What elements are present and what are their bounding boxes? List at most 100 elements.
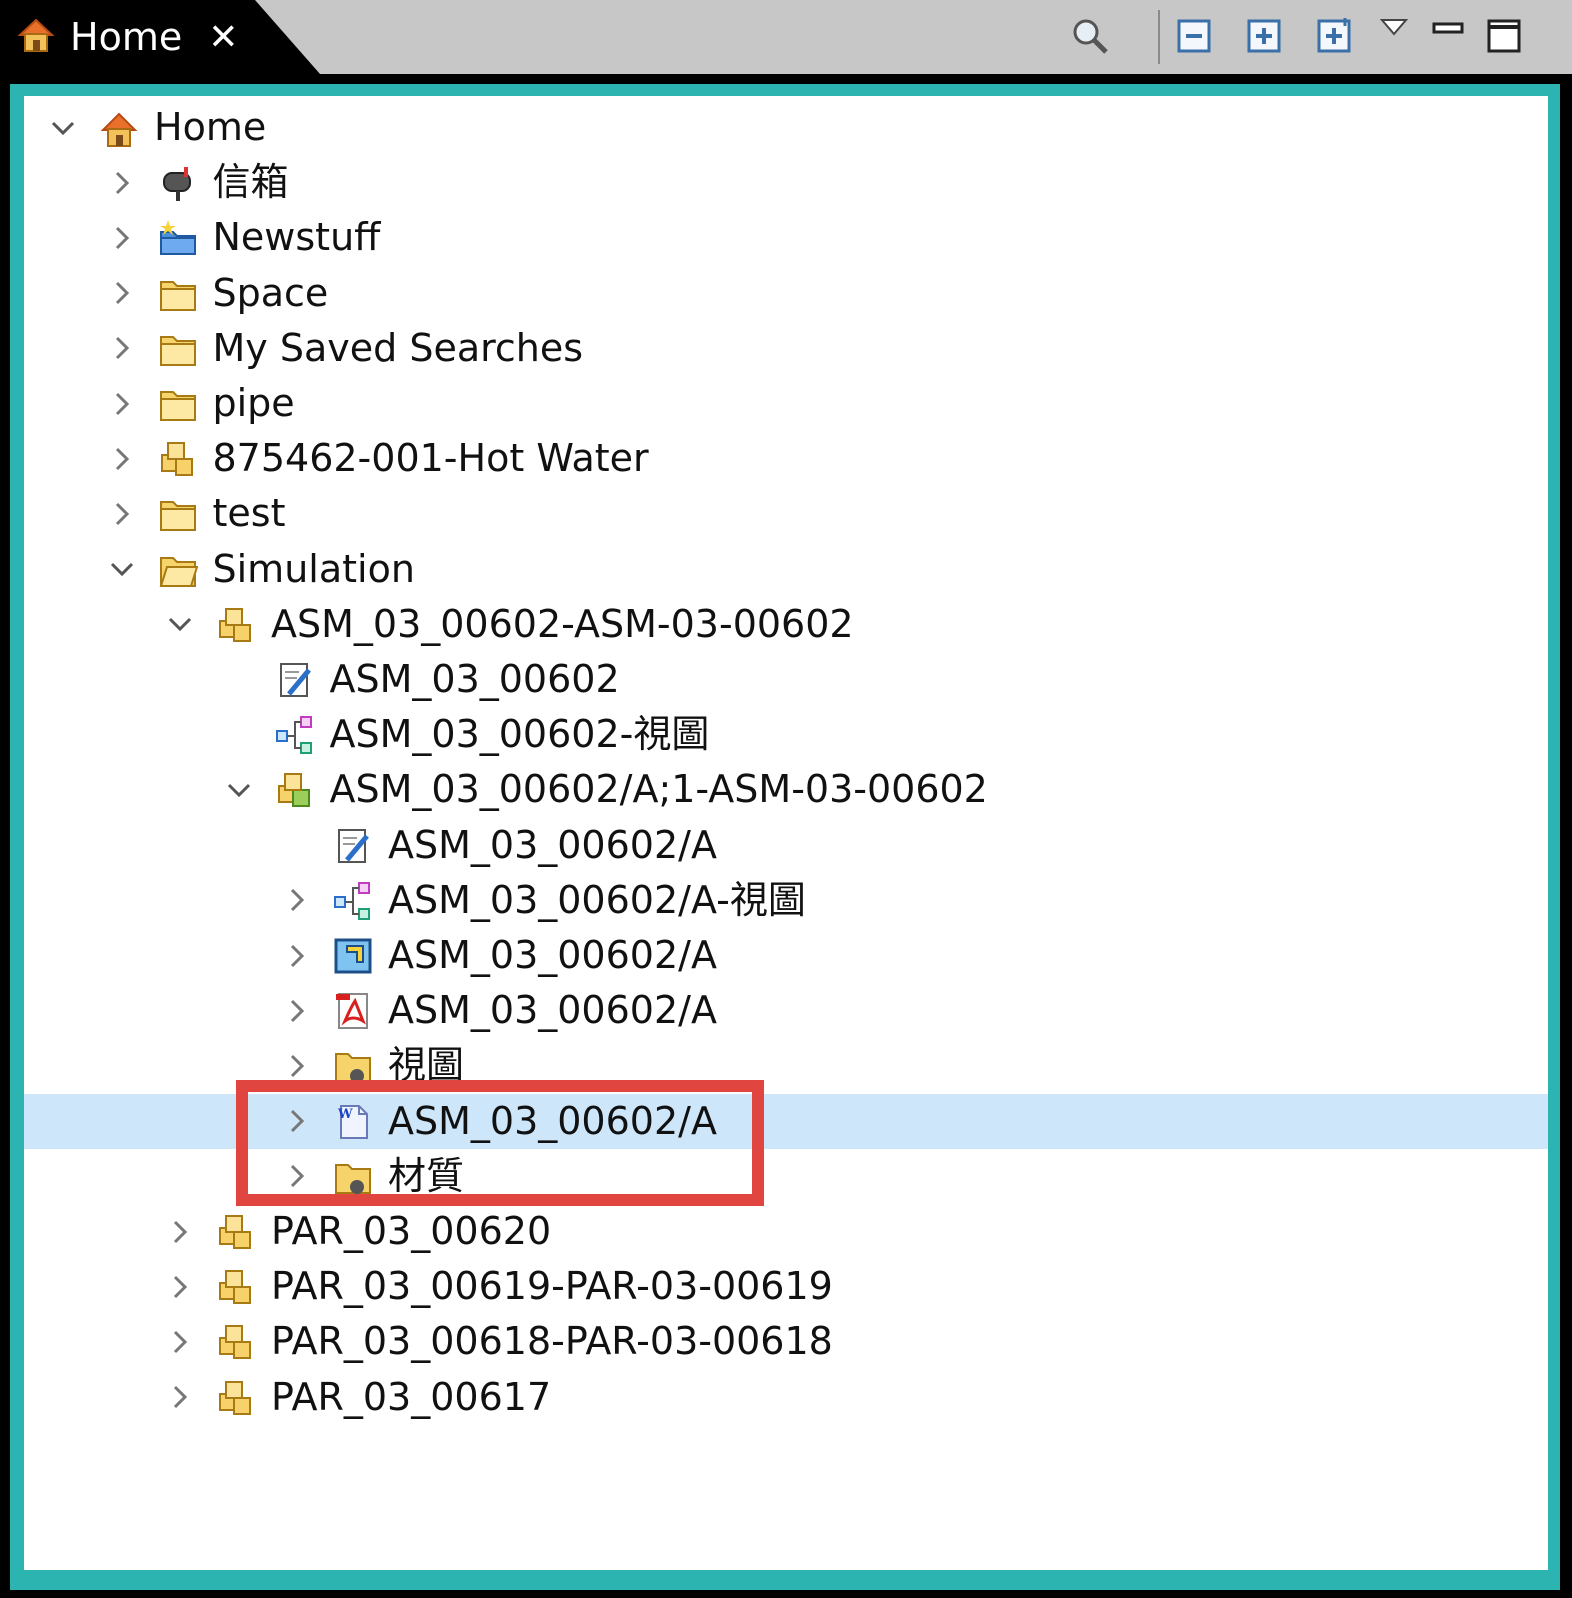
expand-all-icon[interactable]	[1310, 12, 1358, 60]
chevron-right-icon[interactable]	[272, 1149, 322, 1204]
magnifier-icon[interactable]	[1066, 12, 1114, 60]
bom-view-icon	[270, 712, 320, 758]
tree-item[interactable]: ASM_03_00602/A	[24, 928, 1548, 983]
tree-item[interactable]: ASM_03_00602/A;1-ASM-03-00602	[24, 762, 1548, 817]
chevron-right-icon[interactable]	[155, 1259, 205, 1314]
form-icon	[270, 657, 320, 703]
tree-item[interactable]: 875462-001-Hot Water	[24, 431, 1548, 486]
chevron-right-icon[interactable]	[272, 983, 322, 1038]
folder-icon	[153, 271, 203, 317]
chevron-right-icon[interactable]	[272, 873, 322, 928]
pdf-icon	[328, 988, 378, 1034]
chevron-right-icon[interactable]	[272, 1094, 322, 1149]
home-icon	[16, 15, 56, 59]
folder-icon	[153, 491, 203, 537]
tree-item-label: 875462-001-Hot Water	[212, 436, 649, 481]
folder-icon	[153, 326, 203, 372]
tree-item[interactable]: ASM_03_00602-視圖	[24, 707, 1548, 762]
tree-item-label: pipe	[212, 381, 295, 425]
chevron-down-icon[interactable]	[97, 542, 147, 597]
tree-item-label: PAR_03_00619-PAR-03-00619	[271, 1264, 833, 1309]
word-document-icon: W	[328, 1099, 378, 1145]
newstuff-folder-icon	[153, 215, 203, 261]
tree-item[interactable]: test	[24, 486, 1548, 541]
chevron-right-icon[interactable]	[97, 155, 147, 210]
mailbox-icon	[153, 160, 203, 206]
chevron-right-icon[interactable]	[155, 1370, 205, 1425]
view-menu-icon[interactable]	[1370, 4, 1418, 52]
tree-item-label: 視圖	[388, 1043, 465, 1088]
item-icon	[211, 1209, 261, 1255]
tree-item[interactable]: ASM_03_00602/A	[24, 818, 1548, 873]
tree-item-label: 材質	[388, 1153, 465, 1198]
chevron-right-icon[interactable]	[97, 266, 147, 321]
pseudo-folder-icon	[328, 1043, 378, 1089]
view-toolbar-bar: Home ✕	[0, 0, 1572, 74]
item-icon	[211, 1319, 261, 1365]
chevron-right-icon[interactable]	[97, 486, 147, 541]
tree-item-label: ASM_03_00602-視圖	[329, 712, 710, 757]
item-icon	[211, 602, 261, 648]
tree-item-label: 信箱	[212, 160, 289, 205]
tree-item-label: test	[212, 491, 286, 536]
chevron-right-icon[interactable]	[97, 321, 147, 376]
tree-item[interactable]: 材質	[24, 1149, 1548, 1204]
tree-item-label: Space	[212, 270, 329, 315]
close-icon[interactable]: ✕	[208, 17, 238, 58]
chevron-right-icon[interactable]	[97, 210, 147, 265]
tree-item[interactable]: W ASM_03_00602/A	[24, 1093, 1548, 1149]
tab-home[interactable]: Home ✕	[0, 0, 320, 74]
tree-item[interactable]: pipe	[24, 376, 1548, 431]
tab-home-label: Home	[70, 15, 183, 59]
tree-item[interactable]: Newstuff	[24, 210, 1548, 265]
chevron-right-icon[interactable]	[272, 928, 322, 983]
tree-item[interactable]: 信箱	[24, 155, 1548, 210]
tree-item[interactable]: Simulation	[24, 542, 1548, 597]
chevron-right-icon[interactable]	[155, 1314, 205, 1369]
tree-item-label: ASM_03_00602/A	[388, 1098, 717, 1143]
expand-icon[interactable]	[1240, 12, 1288, 60]
tree-item-label: ASM_03_00602/A	[388, 933, 717, 977]
item-icon	[153, 436, 203, 482]
open-folder-icon	[153, 547, 203, 593]
tree-item-label: ASM_03_00602/A;1-ASM-03-00602	[329, 767, 988, 812]
minimize-icon[interactable]	[1424, 4, 1472, 52]
chevron-right-icon[interactable]	[155, 1204, 205, 1259]
chevron-down-icon[interactable]	[155, 597, 205, 652]
tree-item-label: PAR_03_00617	[271, 1374, 552, 1419]
tree-item-label: Newstuff	[212, 215, 381, 260]
tree-item[interactable]: ASM_03_00602-ASM-03-00602	[24, 597, 1548, 652]
tree-item-label: ASM_03_00602-ASM-03-00602	[271, 601, 854, 646]
home-icon	[94, 105, 144, 151]
navigator-tree[interactable]: Home 信箱 Newstuff Space My Saved Searches pipe…	[24, 96, 1548, 1570]
tree-item-label: PAR_03_00618-PAR-03-00618	[271, 1319, 833, 1364]
form-icon	[328, 823, 378, 869]
chevron-right-icon[interactable]	[97, 431, 147, 486]
tree-item[interactable]: PAR_03_00620	[24, 1204, 1548, 1259]
chevron-right-icon[interactable]	[97, 376, 147, 431]
folder-icon	[153, 381, 203, 427]
chevron-down-icon[interactable]	[38, 100, 88, 155]
tree-item[interactable]: ASM_03_00602/A	[24, 983, 1548, 1038]
tree-item-label: Home	[154, 105, 267, 149]
tree-item[interactable]: PAR_03_00618-PAR-03-00618	[24, 1314, 1548, 1369]
cad-dataset-icon	[328, 933, 378, 979]
toolbar-separator	[1158, 10, 1160, 64]
tree-item[interactable]: ASM_03_00602	[24, 652, 1548, 707]
tree-item[interactable]: PAR_03_00619-PAR-03-00619	[24, 1259, 1548, 1314]
tree-item[interactable]: Home	[24, 100, 1548, 155]
tree-item[interactable]: ASM_03_00602/A-視圖	[24, 873, 1548, 928]
chevron-right-icon[interactable]	[272, 1038, 322, 1093]
item-icon	[211, 1264, 261, 1310]
maximize-icon[interactable]	[1480, 12, 1528, 60]
tree-item-label: ASM_03_00602	[329, 657, 620, 701]
tree-item[interactable]: My Saved Searches	[24, 321, 1548, 376]
tree-item[interactable]: PAR_03_00617	[24, 1370, 1548, 1425]
tree-item-label: ASM_03_00602/A	[388, 822, 717, 867]
tree-item-label: PAR_03_00620	[271, 1209, 552, 1253]
chevron-down-icon[interactable]	[214, 762, 264, 817]
tree-item-label: Simulation	[212, 546, 415, 591]
tree-item[interactable]: 視圖	[24, 1038, 1548, 1093]
collapse-all-icon[interactable]	[1170, 12, 1218, 60]
tree-item[interactable]: Space	[24, 266, 1548, 321]
